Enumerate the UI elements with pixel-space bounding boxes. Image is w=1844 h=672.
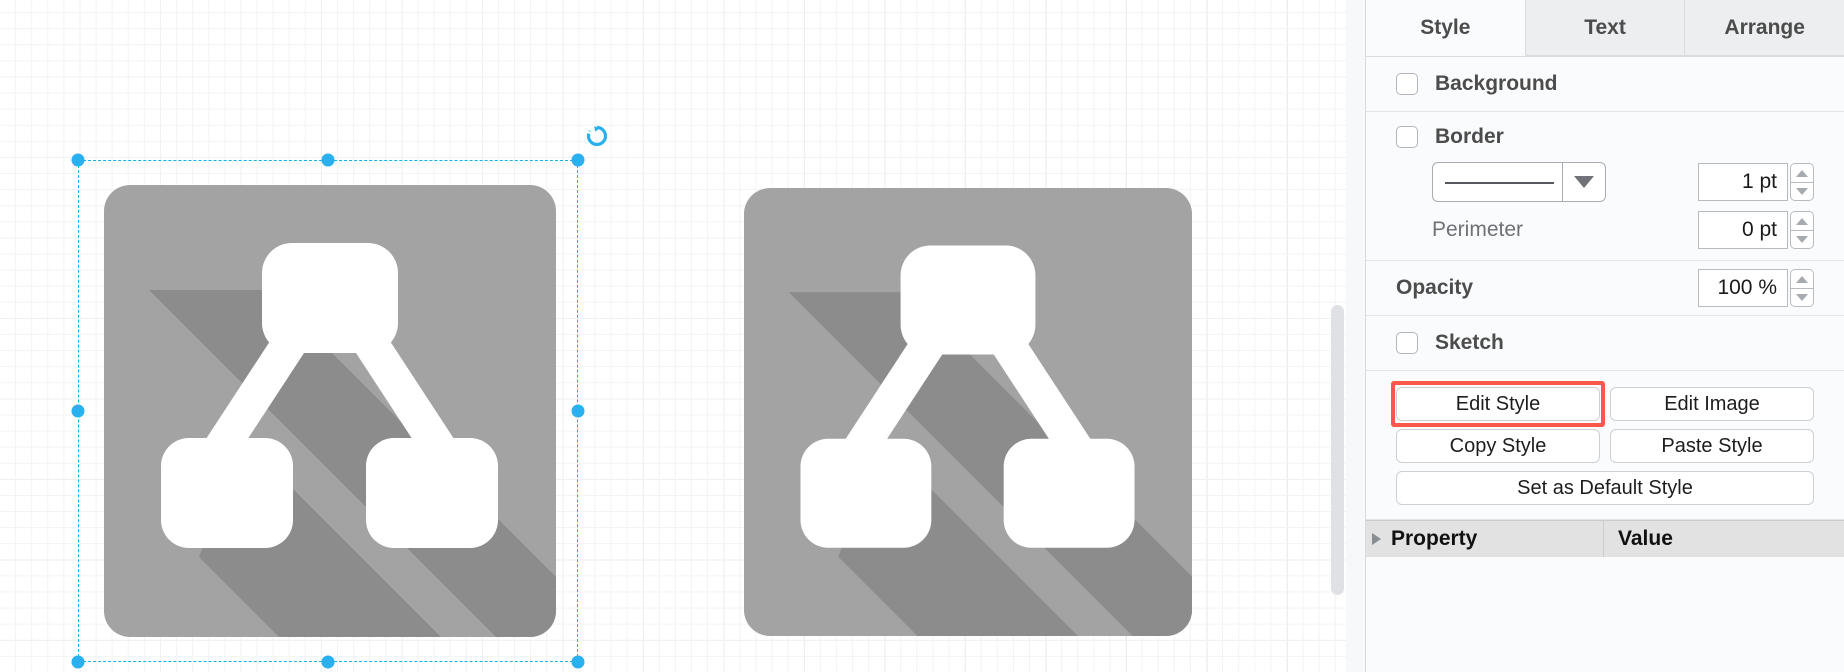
canvas-right-gutter xyxy=(1346,0,1366,672)
line-style-preview xyxy=(1433,163,1562,201)
handle-top-right[interactable] xyxy=(571,153,585,167)
triangle-up-icon xyxy=(1796,169,1808,177)
opacity-section: Opacity 100 % xyxy=(1366,261,1844,316)
handle-bottom-left[interactable] xyxy=(71,655,85,669)
opacity-stepper[interactable] xyxy=(1790,269,1814,307)
border-label: Border xyxy=(1435,125,1504,148)
set-as-default-style-button[interactable]: Set as Default Style xyxy=(1396,471,1814,505)
line-style-dropdown[interactable] xyxy=(1432,162,1606,202)
edit-style-highlight-wrap: Edit Style xyxy=(1391,381,1605,427)
opacity-stepper-down[interactable] xyxy=(1790,288,1814,307)
triangle-up-icon xyxy=(1796,275,1808,283)
background-row: Background xyxy=(1396,57,1814,111)
triangle-down-icon xyxy=(1796,236,1808,243)
background-checkbox[interactable] xyxy=(1396,73,1418,95)
handle-middle-left[interactable] xyxy=(71,404,85,418)
triangle-down-icon xyxy=(1796,294,1808,301)
tab-arrange[interactable]: Arrange xyxy=(1685,0,1844,56)
edit-style-button[interactable]: Edit Style xyxy=(1396,387,1600,421)
perimeter-stepper[interactable] xyxy=(1790,211,1814,249)
border-width-stepper-down[interactable] xyxy=(1790,182,1814,201)
handle-bottom-right[interactable] xyxy=(571,655,585,669)
sketch-checkbox[interactable] xyxy=(1396,332,1418,354)
background-label: Background xyxy=(1435,72,1558,95)
rotate-icon[interactable] xyxy=(585,124,609,148)
border-width-stepper-up[interactable] xyxy=(1790,163,1814,182)
hierarchy-tree-icon xyxy=(149,243,556,637)
opacity-row: Opacity 100 % xyxy=(1396,261,1814,315)
tree-icon-shape-second[interactable] xyxy=(744,188,1192,636)
triangle-up-icon xyxy=(1796,217,1808,225)
chevron-down-icon xyxy=(1574,176,1594,188)
property-column-header[interactable]: Property xyxy=(1366,521,1604,557)
tab-text[interactable]: Text xyxy=(1525,0,1686,56)
tree-icon-shape-selected[interactable] xyxy=(104,185,556,637)
vertical-scrollbar[interactable] xyxy=(1331,305,1344,595)
perimeter-input[interactable]: 0 pt xyxy=(1698,211,1788,249)
value-column-header[interactable]: Value xyxy=(1604,521,1844,557)
perimeter-stepper-up[interactable] xyxy=(1790,211,1814,230)
perimeter-row: Perimeter 0 pt xyxy=(1396,206,1814,260)
line-style-drop-button[interactable] xyxy=(1562,163,1605,201)
property-column-label: Property xyxy=(1391,527,1478,550)
background-section: Background xyxy=(1366,57,1844,112)
handle-middle-right[interactable] xyxy=(571,404,585,418)
handle-top-center[interactable] xyxy=(321,153,335,167)
style-buttons-section: Edit Style Edit Image Copy Style Paste S… xyxy=(1366,371,1844,520)
drawing-canvas[interactable] xyxy=(0,0,1366,672)
property-table-header: Property Value xyxy=(1366,520,1844,557)
sketch-section: Sketch xyxy=(1366,316,1844,371)
hierarchy-tree-icon xyxy=(788,245,1192,636)
paste-style-button[interactable]: Paste Style xyxy=(1610,429,1814,463)
app-root: Style Text Arrange Background Border 1 p… xyxy=(0,0,1844,672)
perimeter-stepper-down[interactable] xyxy=(1790,230,1814,249)
value-column-label: Value xyxy=(1618,527,1673,550)
border-checkbox[interactable] xyxy=(1396,126,1418,148)
sketch-row: Sketch xyxy=(1396,316,1814,370)
edit-image-button[interactable]: Edit Image xyxy=(1610,387,1814,421)
handle-top-left[interactable] xyxy=(71,153,85,167)
border-width-input[interactable]: 1 pt xyxy=(1698,163,1788,201)
style-buttons-grid: Edit Style Edit Image Copy Style Paste S… xyxy=(1391,381,1814,505)
opacity-input[interactable]: 100 % xyxy=(1698,269,1788,307)
border-section: Border 1 pt Perimeter 0 pt xyxy=(1366,112,1844,261)
perimeter-label: Perimeter xyxy=(1432,218,1524,241)
triangle-down-icon xyxy=(1796,188,1808,195)
sketch-label: Sketch xyxy=(1435,331,1504,354)
chevron-right-icon[interactable] xyxy=(1372,533,1381,545)
border-width-stepper[interactable] xyxy=(1790,163,1814,201)
handle-bottom-center[interactable] xyxy=(321,655,335,669)
format-panel: Style Text Arrange Background Border 1 p… xyxy=(1366,0,1844,672)
copy-style-button[interactable]: Copy Style xyxy=(1396,429,1600,463)
tab-style[interactable]: Style xyxy=(1366,0,1526,56)
opacity-stepper-up[interactable] xyxy=(1790,269,1814,288)
border-row: Border xyxy=(1396,112,1814,162)
border-width-row: 1 pt xyxy=(1396,162,1814,206)
format-panel-tabs: Style Text Arrange xyxy=(1366,0,1844,57)
opacity-label: Opacity xyxy=(1396,276,1474,299)
